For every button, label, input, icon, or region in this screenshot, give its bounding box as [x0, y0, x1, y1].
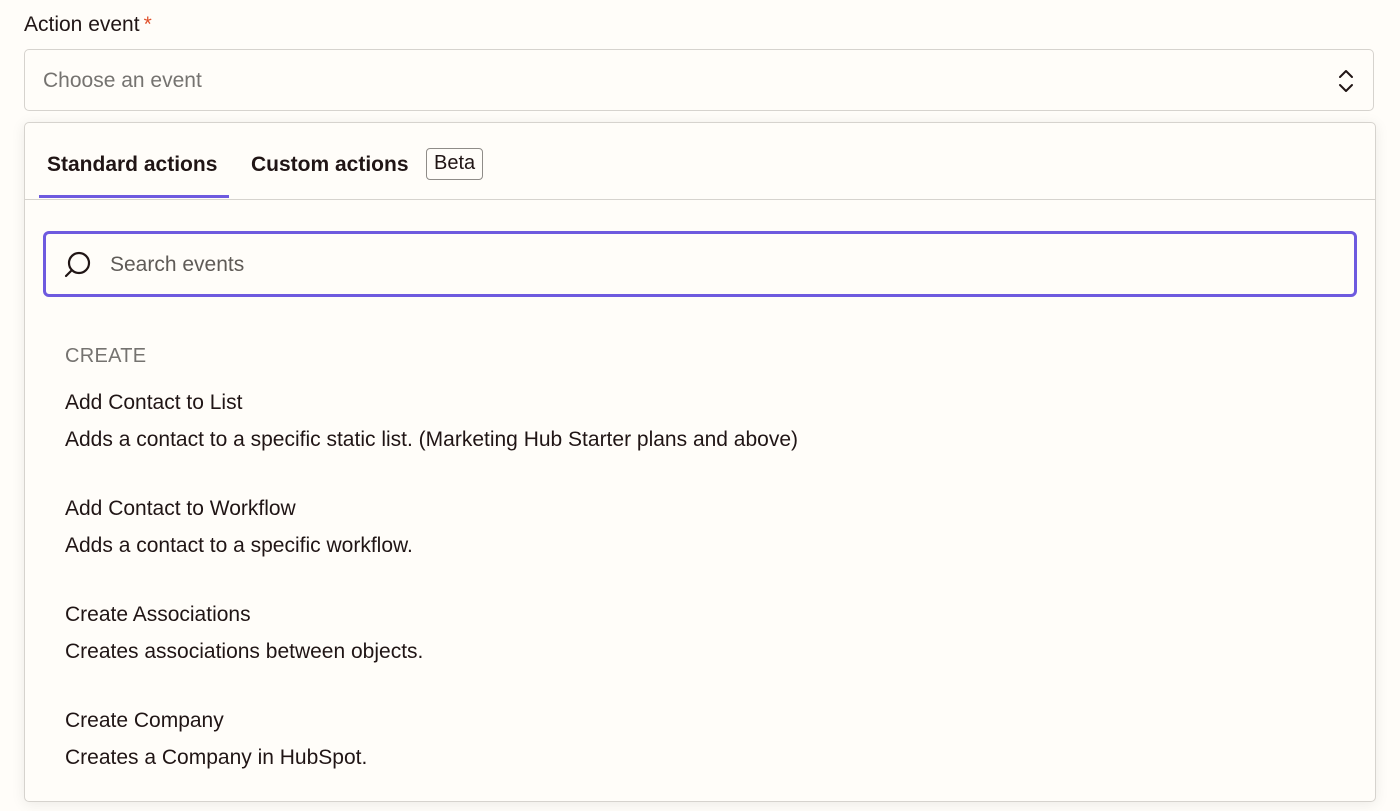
- action-event-select[interactable]: Choose an event: [24, 49, 1374, 111]
- select-placeholder: Choose an event: [43, 69, 202, 92]
- action-event-label: Action event *: [24, 12, 152, 38]
- event-list: Add Contact to List Adds a contact to a …: [65, 387, 1325, 811]
- event-title: Create Associations: [65, 603, 251, 626]
- event-title: Create Company: [65, 709, 224, 732]
- search-events-input[interactable]: [108, 244, 1312, 286]
- event-description: Adds a contact to a specific workflow.: [65, 534, 413, 557]
- section-heading-create: CREATE: [65, 345, 147, 367]
- action-event-label-text: Action event: [24, 13, 140, 36]
- event-title: Add Contact to List: [65, 391, 243, 414]
- search-icon: [64, 251, 91, 278]
- event-description: Adds a contact to a specific static list…: [65, 428, 799, 451]
- tab-standard-actions[interactable]: Standard actions: [47, 151, 217, 179]
- event-dropdown-panel: Standard actions Custom actions Beta CRE…: [24, 122, 1376, 802]
- event-item-create-associations[interactable]: Create Associations Creates associations…: [65, 599, 1325, 705]
- event-item-add-contact-to-list[interactable]: Add Contact to List Adds a contact to a …: [65, 387, 1325, 493]
- event-title: Add Contact to Workflow: [65, 497, 296, 520]
- event-item-add-contact-to-workflow[interactable]: Add Contact to Workflow Adds a contact t…: [65, 493, 1325, 599]
- search-box: [43, 231, 1357, 297]
- chevron-up-down-icon: [1339, 70, 1353, 92]
- event-description: Creates a Company in HubSpot.: [65, 746, 368, 769]
- required-asterisk: *: [143, 13, 152, 36]
- active-tab-indicator: [39, 195, 229, 198]
- tab-custom-actions[interactable]: Custom actions: [251, 151, 409, 179]
- event-description: Creates associations between objects.: [65, 640, 424, 663]
- beta-badge: Beta: [426, 148, 484, 180]
- event-item-create-company[interactable]: Create Company Creates a Company in HubS…: [65, 705, 1325, 811]
- action-tabs: Standard actions Custom actions Beta: [25, 123, 1375, 200]
